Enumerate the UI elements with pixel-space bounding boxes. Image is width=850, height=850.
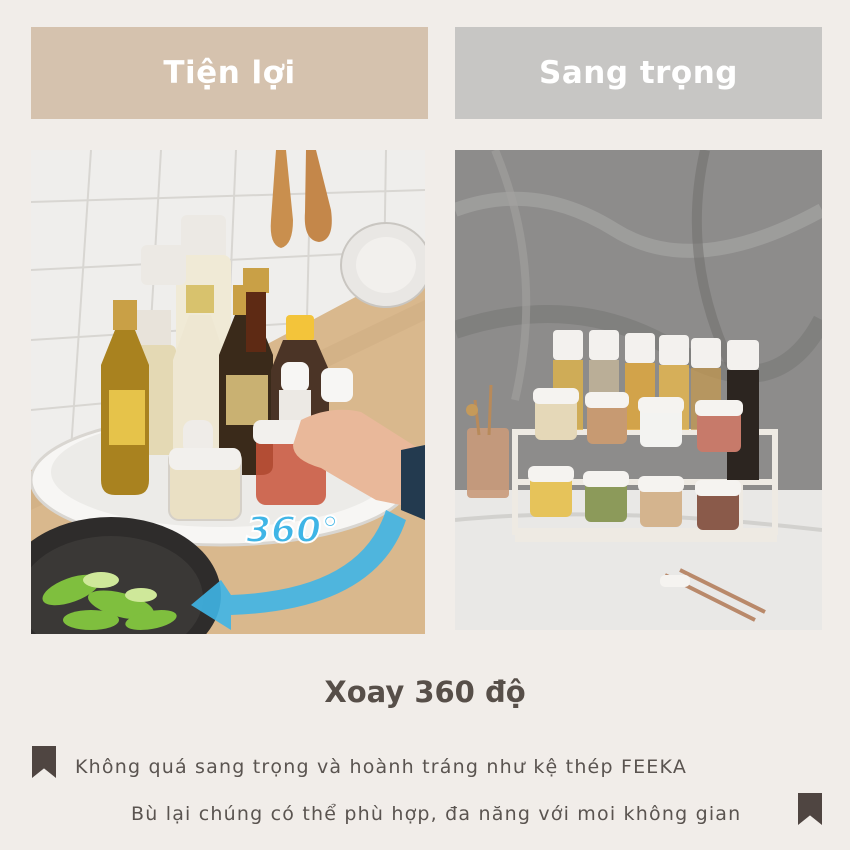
spice-rack-marble-photo bbox=[455, 150, 822, 630]
turntable-kitchen-photo: 360° bbox=[31, 150, 425, 634]
bookmark-icon bbox=[798, 793, 822, 825]
label-tien-loi-text: Tiện lợi bbox=[163, 55, 296, 91]
caption-line-1: Không quá sang trọng và hoành tráng như … bbox=[75, 756, 688, 778]
caption-title: Xoay 360 độ bbox=[324, 675, 526, 709]
label-sang-trong: Sang trọng bbox=[455, 27, 822, 119]
bookmark-icon bbox=[32, 746, 56, 778]
label-sang-trong-text: Sang trọng bbox=[539, 55, 738, 91]
caption-line-2: Bù lại chúng có thể phù hợp, đa năng với… bbox=[131, 803, 742, 825]
label-tien-loi: Tiện lợi bbox=[31, 27, 428, 119]
rotate-360-label: 360° bbox=[246, 510, 339, 551]
